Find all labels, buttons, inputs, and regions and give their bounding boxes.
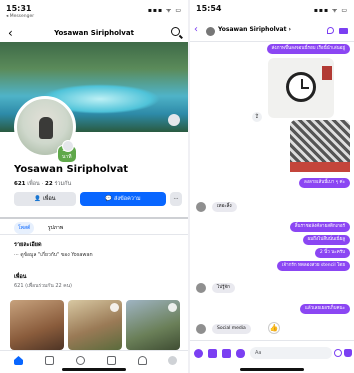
- chat-pane: 15:54 ▪▪▪ ᯤ ▭ ‹ Yosawan Siripholvat › ส่…: [190, 0, 354, 373]
- search-icon[interactable]: [171, 27, 180, 36]
- message-bubble-out[interactable]: ผมถึงไปสืบนั่นเนี่ยลู: [302, 235, 350, 245]
- friends-word: เพื่อน ·: [25, 181, 46, 187]
- details-about-link[interactable]: ··· ดูข้อมูล "เกี่ยวกับ" ของ Yosawan: [14, 251, 93, 259]
- image-detail: [322, 66, 332, 80]
- plus-icon[interactable]: [194, 349, 203, 358]
- status-icons: ▪▪▪ ᯤ ▭: [147, 7, 182, 14]
- friends-summary: 621 (เพื่อนร่วมกัน 22 คน): [14, 283, 72, 289]
- message-bubble-out[interactable]: แล้วเลยเยอรเก็บคนะ: [299, 304, 350, 314]
- profile-icon: [168, 303, 177, 312]
- avatar[interactable]: [206, 27, 215, 36]
- divider: [0, 217, 188, 219]
- image-message-clock[interactable]: [268, 58, 334, 118]
- status-time: 15:54: [196, 4, 222, 13]
- tab-photos[interactable]: รูปภาพ: [44, 222, 67, 234]
- status-icons: ▪▪▪ ᯤ ▭: [313, 7, 348, 14]
- home-indicator: [62, 368, 126, 371]
- menu-avatar-icon[interactable]: [168, 356, 177, 365]
- avatar-person: [39, 117, 53, 139]
- profile-stats[interactable]: 621 เพื่อน · 22 ร่วมกัน: [14, 180, 71, 188]
- mutual-count: 22: [45, 181, 53, 187]
- mutual-word: ร่วมกัน: [52, 181, 72, 187]
- message-bubble-out[interactable]: ลิ้นราชอลังค์ลายสติกเกอร์: [289, 222, 350, 232]
- tab-posts[interactable]: โพสต์: [14, 222, 35, 234]
- screen: 15:31 ◂ Messenger ▪▪▪ ᯤ ▭ ‹ Yosawan Siri…: [0, 0, 354, 373]
- chat-header: ‹ Yosawan Siripholvat ›: [190, 22, 354, 42]
- avatar: [196, 324, 206, 334]
- message-button[interactable]: 💬 ส่งข้อความ: [80, 192, 166, 206]
- avatar: [196, 283, 206, 293]
- friends-photos: [10, 300, 182, 350]
- message-bubble-in[interactable]: เทอะลิ้ง: [212, 202, 237, 212]
- message-bubble-in[interactable]: Social media: [212, 324, 251, 334]
- avatar: [196, 202, 206, 212]
- friends-title: เพื่อน: [14, 274, 27, 280]
- image-detail: [290, 162, 350, 172]
- video-icon[interactable]: [45, 356, 54, 365]
- emoji-icon[interactable]: [334, 349, 342, 357]
- status-bar: 15:31 ◂ Messenger ▪▪▪ ᯤ ▭: [0, 0, 188, 26]
- alarm-clock-image: [286, 72, 316, 102]
- status-time: 15:31: [6, 4, 32, 13]
- friends-icon[interactable]: [76, 356, 85, 365]
- scroll-down-icon[interactable]: 👍: [268, 322, 280, 334]
- like-icon[interactable]: [344, 349, 352, 357]
- message-bubble-out[interactable]: เจ้ากรัก ทดลองสวย stencil โดย: [277, 261, 350, 271]
- profile-tabs: โพสต์ รูปภาพ: [14, 222, 75, 234]
- friend-photo[interactable]: [126, 300, 180, 350]
- friends-count: 621: [14, 181, 26, 187]
- bell-icon[interactable]: [138, 356, 147, 365]
- profile-name: Yosawan Siripholvat: [14, 164, 129, 175]
- home-icon[interactable]: [14, 356, 23, 365]
- status-back-app[interactable]: ◂ Messenger: [6, 14, 34, 19]
- avatar-camera-icon[interactable]: [62, 140, 74, 152]
- profile-actions: 👤 เพื่อน 💬 ส่งข้อความ ···: [14, 192, 182, 206]
- home-indicator: [240, 368, 304, 371]
- details-title: รายละเอียด: [14, 242, 42, 248]
- profile-icon: [110, 303, 119, 312]
- profile-header-title: Yosawan Siripholvat: [54, 29, 134, 37]
- message-bubble-out[interactable]: 2 นิ้ว นะครับ: [314, 248, 350, 258]
- message-bubble-out[interactable]: ส่งภาพขึ้นลงจอนนี้รอบ เรือนี้นำเล่นอยู่: [266, 44, 350, 54]
- more-button[interactable]: ···: [170, 192, 182, 206]
- message-input[interactable]: Aa: [250, 347, 332, 359]
- image-icon[interactable]: [222, 349, 231, 358]
- image-message-stencil[interactable]: [290, 120, 350, 172]
- message-bubble-out[interactable]: ลงลายเส้นนี้เบา ๆ ค่ะ: [299, 178, 350, 188]
- phone-icon[interactable]: [327, 27, 334, 34]
- camera-icon[interactable]: [208, 349, 217, 358]
- message-bubble-in[interactable]: ไปรู้จัก: [212, 283, 235, 293]
- video-call-icon[interactable]: [339, 28, 348, 34]
- camera-icon[interactable]: [168, 114, 180, 126]
- back-icon[interactable]: ‹: [194, 24, 198, 35]
- profile-header: ‹ Yosawan Siripholvat: [0, 24, 188, 42]
- profile-pane: 15:31 ◂ Messenger ▪▪▪ ᯤ ▭ ‹ Yosawan Siri…: [0, 0, 188, 373]
- chat-contact-name[interactable]: Yosawan Siripholvat ›: [218, 26, 291, 33]
- friend-photo[interactable]: [68, 300, 122, 350]
- divider: [0, 234, 188, 235]
- friends-button[interactable]: 👤 เพื่อน: [14, 192, 76, 206]
- share-icon[interactable]: ⇪: [252, 112, 262, 122]
- microphone-icon[interactable]: [236, 349, 245, 358]
- friend-photo[interactable]: [10, 300, 64, 350]
- marketplace-icon[interactable]: [107, 356, 116, 365]
